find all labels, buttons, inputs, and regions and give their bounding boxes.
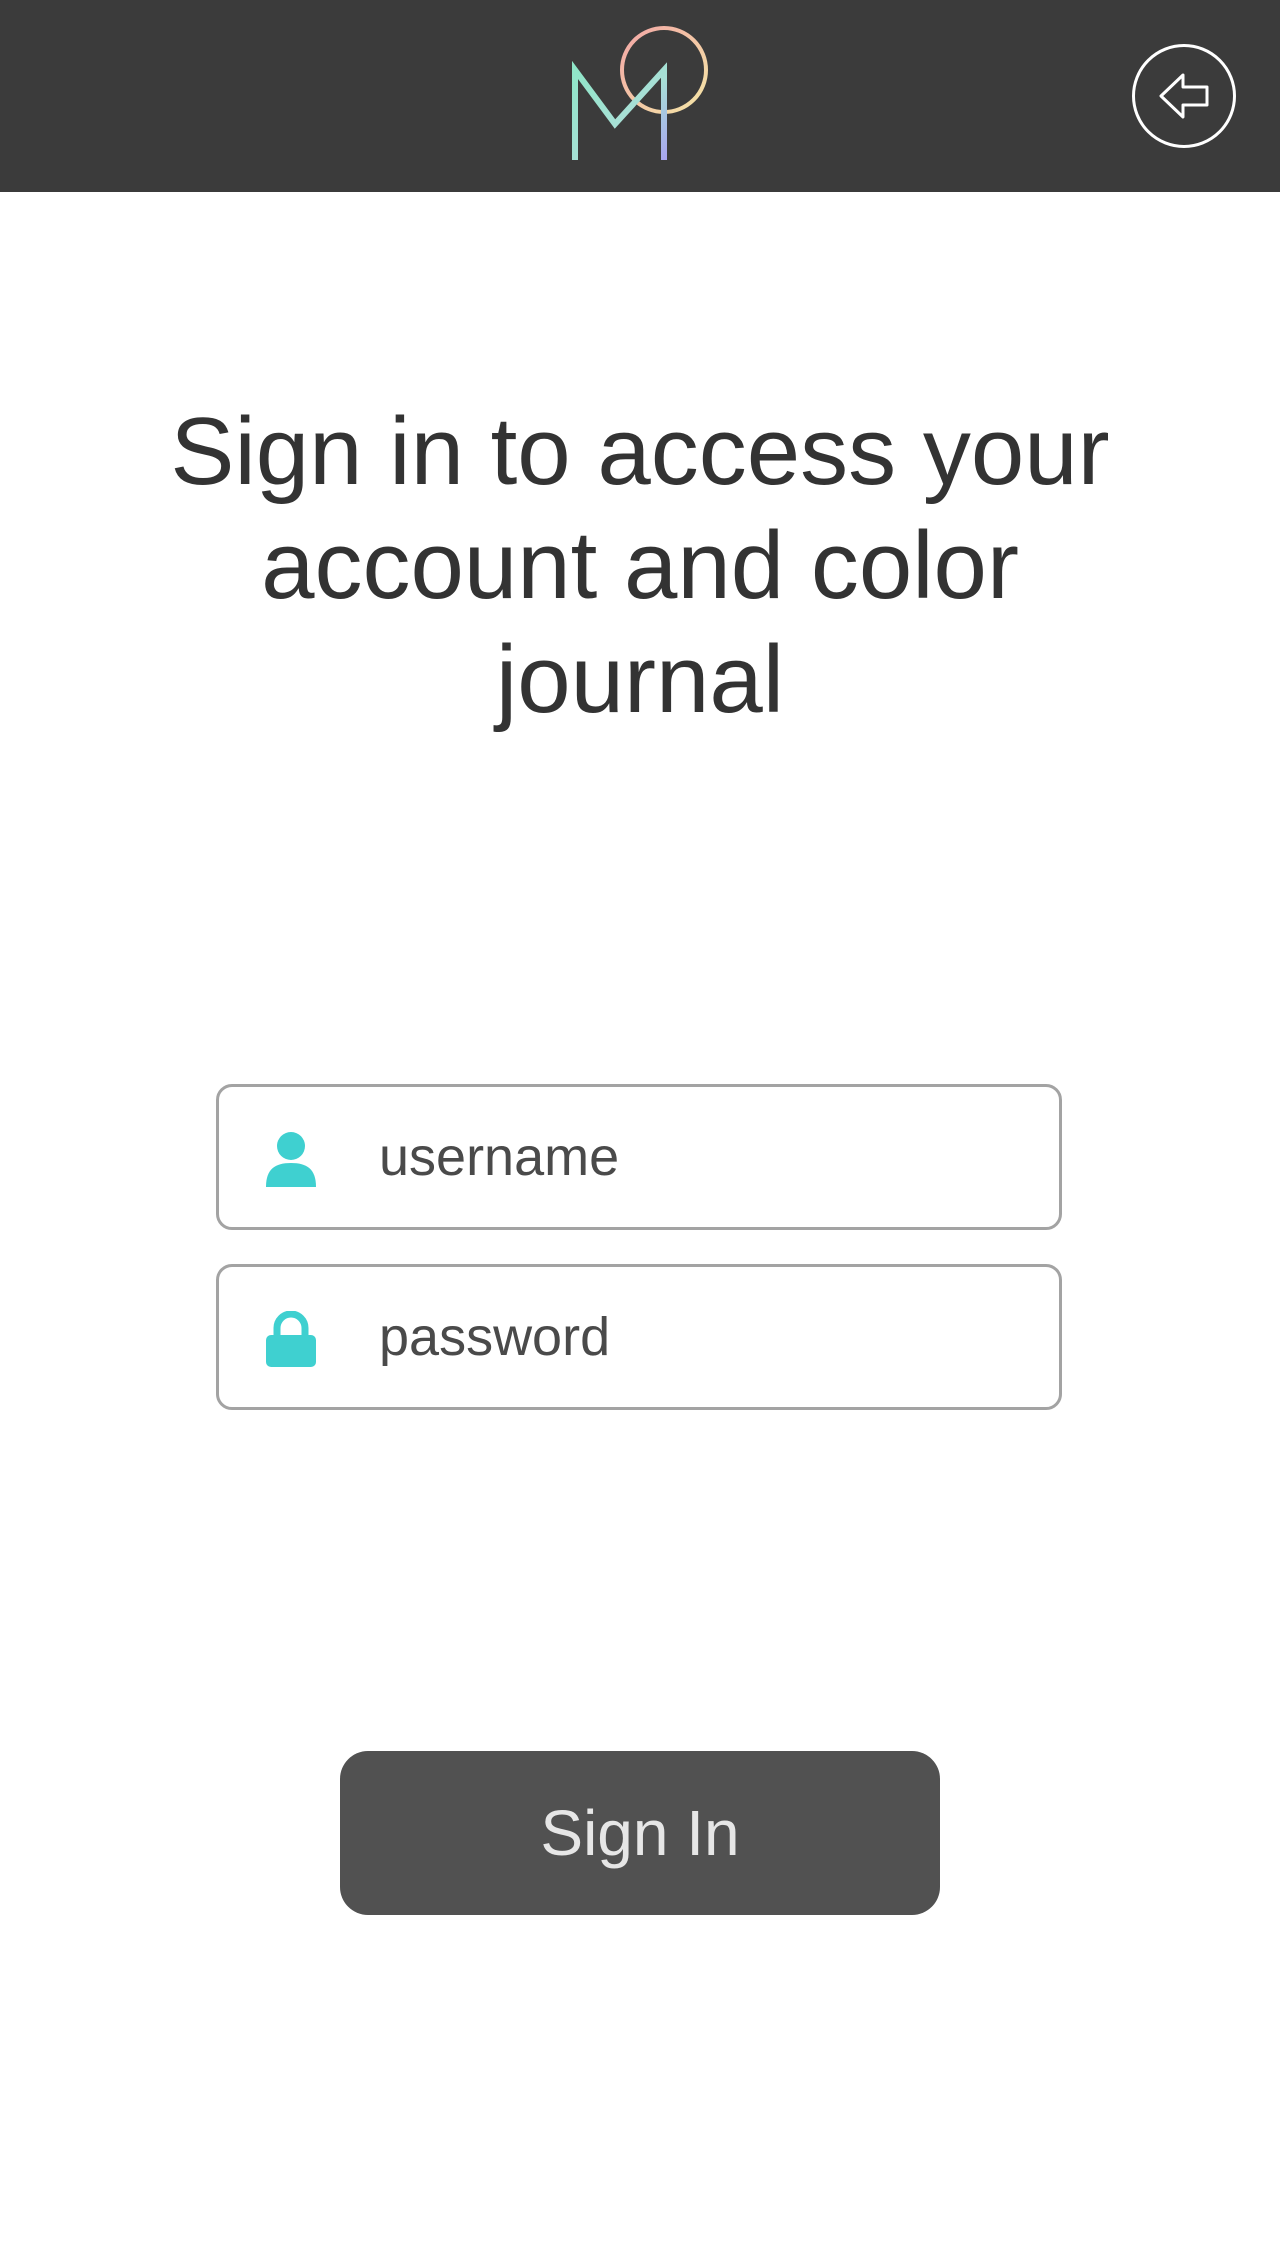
username-input[interactable] — [379, 1107, 1019, 1207]
user-icon — [266, 1132, 316, 1187]
password-field[interactable] — [216, 1264, 1062, 1410]
page-title: Sign in to access your account and color… — [170, 398, 1110, 733]
password-input[interactable] — [379, 1287, 1019, 1387]
sign-in-button[interactable]: Sign In — [340, 1751, 940, 1915]
back-button[interactable] — [1132, 44, 1236, 148]
username-field[interactable] — [216, 1084, 1062, 1230]
header-bar — [0, 0, 1280, 192]
monogram-logo-icon — [572, 26, 708, 160]
sign-in-screen: Sign in to access your account and color… — [0, 0, 1280, 2256]
lock-icon — [266, 1311, 316, 1367]
back-arrow-icon — [1159, 73, 1209, 119]
